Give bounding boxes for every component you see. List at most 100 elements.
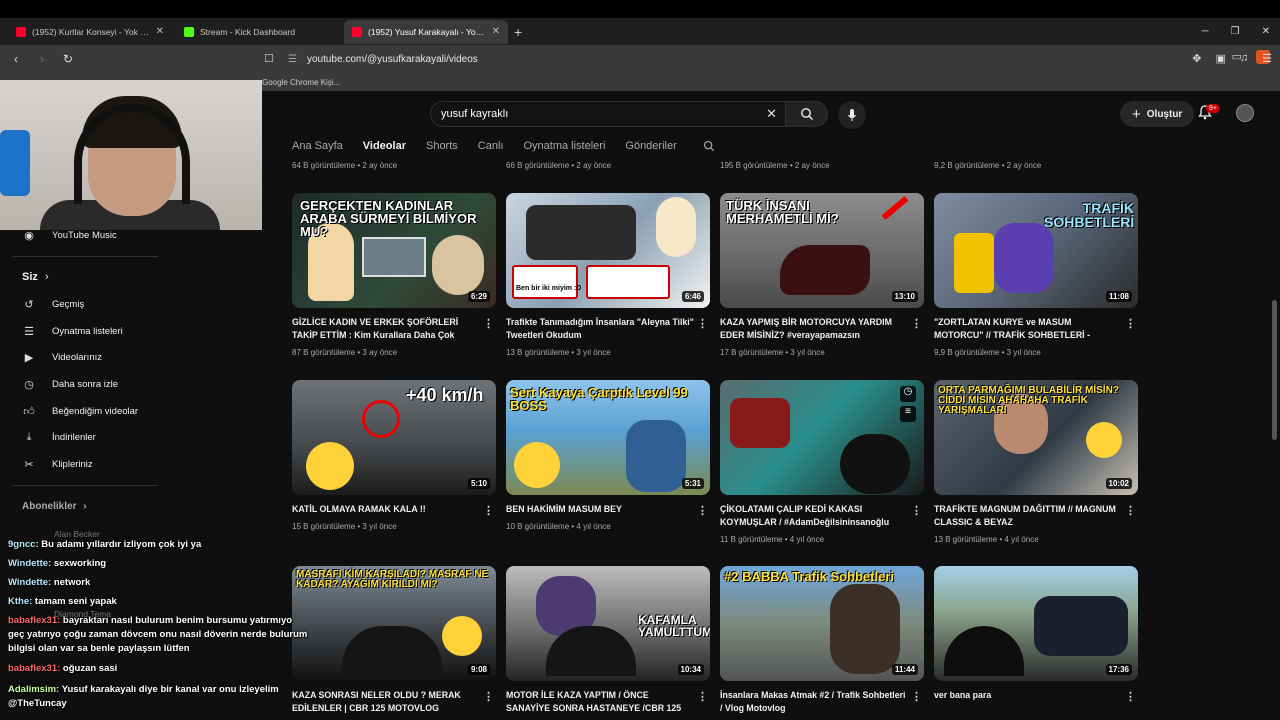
video-title[interactable]: TRAFİKTE MAGNUM DAĞITTIM // MAGNUM CLASS…: [934, 503, 1122, 528]
video-thumbnail[interactable]: Sert Kayaya Çarptık Level 99 BOSS 5:31: [506, 380, 710, 495]
browser-tab-bar: (1952) Kurtlar Konseyi - Yok Oluş - Yo ✕…: [0, 18, 1280, 45]
close-icon[interactable]: ✕: [156, 26, 164, 37]
add-to-queue-icon[interactable]: ≡: [900, 406, 916, 422]
more-options-icon[interactable]: ⋮: [1125, 317, 1136, 330]
back-icon[interactable]: ‹: [6, 52, 26, 66]
scrollbar[interactable]: [1272, 300, 1277, 440]
bookmark-item[interactable]: Google Chrome Kişi...: [262, 78, 340, 87]
sidebar-icon[interactable]: ▣: [1215, 52, 1225, 65]
more-options-icon[interactable]: ⋮: [697, 317, 708, 330]
sidebar-divider: [12, 485, 158, 486]
bookmark-icon[interactable]: ☐: [264, 52, 274, 65]
more-options-icon[interactable]: ⋮: [483, 504, 494, 517]
video-title[interactable]: KAZA SONRASI NELER OLDU ? MERAK EDİLENLE…: [292, 689, 480, 714]
avatar[interactable]: [1236, 104, 1254, 122]
close-window-icon[interactable]: ✕: [1262, 26, 1270, 37]
sidebar-item-label: Geçmiş: [52, 298, 85, 310]
search-input[interactable]: yusuf kayraklı ✕: [430, 101, 786, 127]
sidebar-section-you[interactable]: Siz ›: [22, 271, 49, 283]
video-thumbnail[interactable]: ◷ ≡: [720, 380, 924, 495]
browser-tab[interactable]: Stream - Kick Dashboard: [176, 20, 340, 44]
video-thumbnail[interactable]: 17:36: [934, 566, 1138, 681]
tab-home[interactable]: Ana Sayfa: [292, 140, 343, 158]
sidebar-item-liked-videos[interactable]: 👍︎ Beğendiğim videolar: [22, 404, 138, 418]
video-title[interactable]: GİZLİCE KADIN VE ERKEK ŞOFÖRLERİ TAKİP E…: [292, 316, 480, 341]
site-info-icon[interactable]: ☰: [288, 54, 297, 65]
browser-tab-active[interactable]: (1952) Yusuf Karakayalı - YouTub ✕: [344, 19, 508, 44]
sidebar-item-history[interactable]: ↺ Geçmiş: [22, 297, 84, 311]
video-title[interactable]: ÇİKOLATAMI ÇALIP KEDİ KAKASI KOYMUŞLAR /…: [720, 503, 908, 528]
video-title[interactable]: "ZORTLATAN KURYE ve MASUM MOTORCU" // TR…: [934, 316, 1122, 341]
video-thumbnail[interactable]: MASRAFI KİM KARŞILADI? MASRAF NE KADAR? …: [292, 566, 496, 681]
sidebar-item-watch-later[interactable]: ◷ Daha sonra izle: [22, 377, 118, 391]
video-meta: 15 B görüntüleme • 3 yıl önce: [292, 522, 397, 531]
create-button[interactable]: + Oluştur: [1120, 101, 1195, 127]
tab-live[interactable]: Canlı: [478, 140, 504, 158]
video-meta: 13 B görüntüleme • 3 yıl önce: [506, 348, 611, 357]
restore-icon[interactable]: ❐: [1231, 26, 1240, 37]
video-thumbnail[interactable]: ORTA PARMAĞIMI BULABİLİR MİSİN? CİDDİ Mİ…: [934, 380, 1138, 495]
watch-later-icon[interactable]: ◷: [900, 386, 916, 402]
video-thumbnail[interactable]: GERÇEKTEN KADINLAR ARABA SÜRMEYİ BİLMİYO…: [292, 193, 496, 308]
tab-posts[interactable]: Gönderiler: [625, 140, 676, 158]
minimize-icon[interactable]: ─: [1202, 26, 1209, 37]
more-options-icon[interactable]: ⋮: [697, 690, 708, 703]
more-options-icon[interactable]: ⋮: [483, 690, 494, 703]
more-options-icon[interactable]: ⋮: [697, 504, 708, 517]
video-thumbnail[interactable]: Ben bir iki miyim :D 6:46: [506, 193, 710, 308]
chat-username: Adalimsim:: [8, 684, 60, 695]
video-duration: 10:02: [1105, 478, 1132, 489]
stream-chat-overlay: 9gncc: Bu adamı yıllardır izliyom çok iy…: [0, 534, 316, 720]
sidebar-item-downloads[interactable]: ⤓ İndirilenler: [22, 430, 96, 444]
chevron-right-icon: ›: [44, 271, 49, 283]
tab-playlists[interactable]: Oynatma listeleri: [523, 140, 605, 158]
close-icon[interactable]: ✕: [492, 26, 500, 37]
channel-search-icon[interactable]: [703, 140, 715, 158]
tab-shorts[interactable]: Shorts: [426, 140, 458, 158]
video-title[interactable]: KAZA YAPMIŞ BİR MOTORCUYA YARDIM EDER Mİ…: [720, 316, 908, 341]
video-meta: 87 B görüntüleme • 3 ay önce: [292, 348, 398, 357]
more-options-icon[interactable]: ⋮: [911, 690, 922, 703]
video-thumbnail[interactable]: TÜRK İNSANI MERHAMETLİ Mİ? 13:10: [720, 193, 924, 308]
more-options-icon[interactable]: ⋮: [483, 317, 494, 330]
more-options-icon[interactable]: ⋮: [911, 317, 922, 330]
subscriptions-heading[interactable]: Abonelikler ›: [22, 501, 87, 512]
sidebar-item-label: Oynatma listeleri: [52, 325, 123, 337]
video-thumbnail[interactable]: TRAFİK SOHBETLERİ 11:08: [934, 193, 1138, 308]
video-title[interactable]: İnsanlara Makas Atmak #2 / Trafik Sohbet…: [720, 689, 908, 714]
sidebar-item-your-videos[interactable]: ▶ Videolarınız: [22, 350, 102, 364]
chat-message: babaflex31: bayraktarı nasıl bulurum ben…: [8, 614, 308, 656]
chat-text: network: [53, 577, 91, 588]
video-thumbnail[interactable]: +40 km/h 5:10: [292, 380, 496, 495]
tab-videos[interactable]: Videolar: [363, 140, 406, 158]
menu-icon[interactable]: ☰: [1262, 52, 1272, 65]
video-title[interactable]: MOTOR İLE KAZA YAPTIM / ÖNCE SANAYİYE SO…: [506, 689, 694, 714]
sidebar-item-playlists[interactable]: ☰ Oynatma listeleri: [22, 324, 123, 338]
reload-icon[interactable]: ↻: [58, 52, 78, 66]
chat-username: babaflex31:: [8, 615, 61, 626]
more-options-icon[interactable]: ⋮: [1125, 504, 1136, 517]
clear-search-icon[interactable]: ✕: [766, 106, 777, 122]
video-title[interactable]: KATİL OLMAYA RAMAK KALA !!: [292, 503, 480, 516]
chat-username: Windette:: [8, 577, 52, 588]
video-thumbnail[interactable]: KAFAMLA YAMULTTUM 10:34: [506, 566, 710, 681]
new-tab-icon[interactable]: +: [514, 24, 522, 40]
url-field[interactable]: ☰ youtube.com/@yusufkarakayali/videos: [288, 49, 1008, 69]
music-icon[interactable]: ♫: [1240, 52, 1248, 65]
chat-text: sexworking: [53, 558, 107, 569]
sidebar-item-clips[interactable]: ✂ Klipleriniz: [22, 457, 92, 471]
extensions-icon[interactable]: ✥: [1192, 52, 1201, 65]
video-title[interactable]: Trafikte Tanımadığım İnsanlara "Aleyna T…: [506, 316, 694, 341]
forward-icon[interactable]: ›: [32, 52, 52, 66]
browser-tab[interactable]: (1952) Kurtlar Konseyi - Yok Oluş - Yo ✕: [8, 20, 172, 44]
video-title[interactable]: ver bana para: [934, 689, 1122, 702]
video-thumbnail[interactable]: #2 BABBA Trafik Sohbetleri 11:44: [720, 566, 924, 681]
notification-badge: 9+: [1206, 104, 1220, 113]
video-title[interactable]: BEN HAKİMİM MASUM BEY: [506, 503, 694, 516]
more-options-icon[interactable]: ⋮: [1125, 690, 1136, 703]
voice-search-button[interactable]: [838, 101, 866, 129]
thumbnail-text: TÜRK İNSANI MERHAMETLİ Mİ?: [726, 198, 839, 226]
more-options-icon[interactable]: ⋮: [911, 504, 922, 517]
sidebar-item-youtube-music[interactable]: ◉ YouTube Music: [22, 228, 117, 242]
search-button[interactable]: [786, 101, 828, 127]
